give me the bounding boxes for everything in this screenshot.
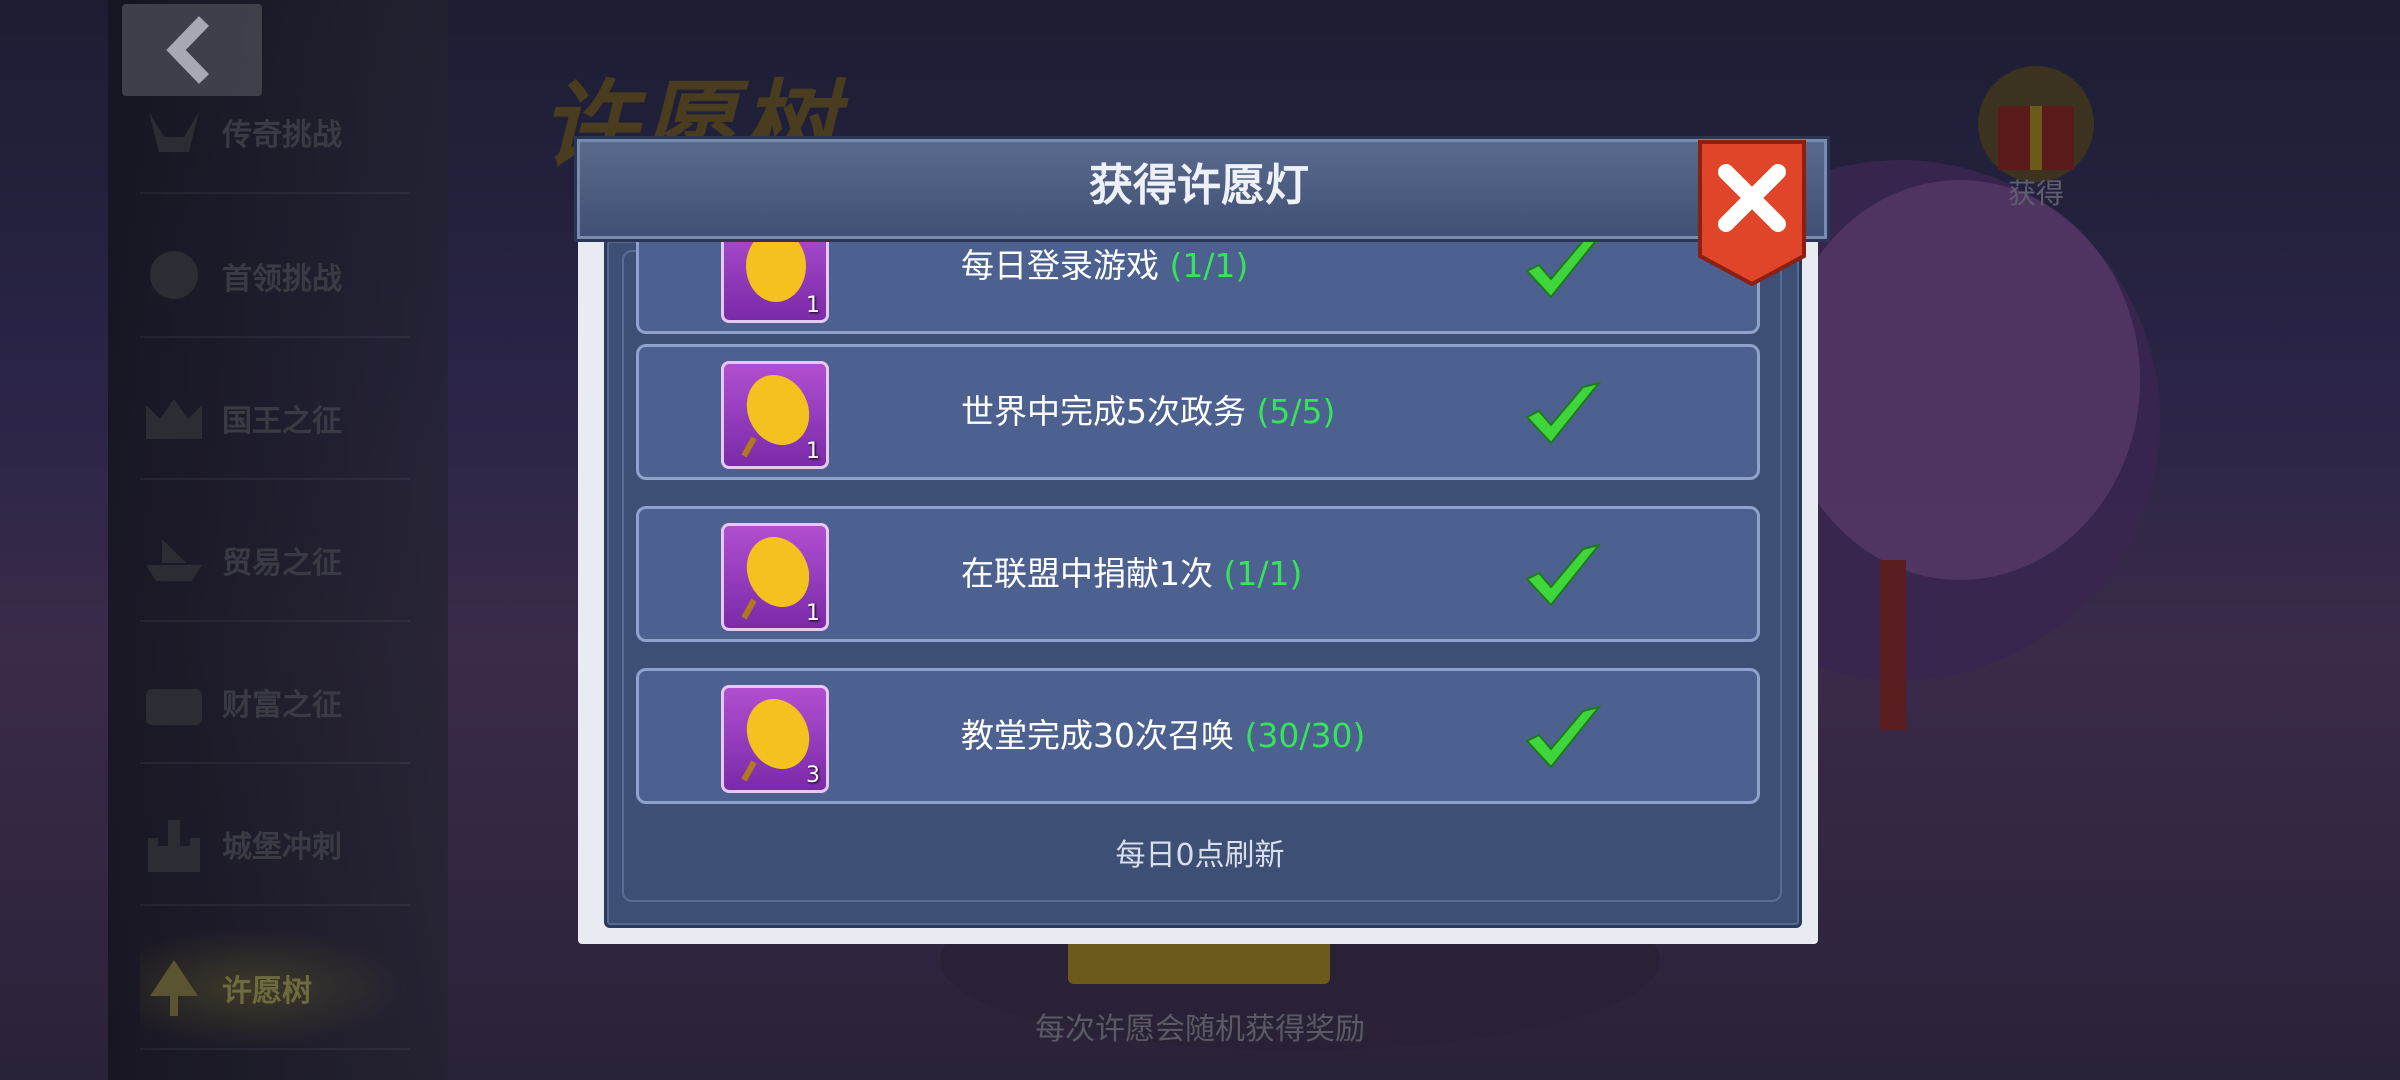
task-name: 在联盟中捐献1次 (1/1) — [961, 554, 1303, 593]
sidebar-item-wish-tree[interactable]: 许愿树 — [140, 928, 410, 1050]
sidebar-item-trade-conquest[interactable]: 贸易之征 — [140, 500, 410, 622]
sidebar-item-label: 国王之征 — [222, 404, 342, 439]
task-row: 3 教堂完成30次召唤 (30/30) — [636, 668, 1760, 804]
horned-skull-icon — [140, 98, 208, 166]
task-name: 每日登录游戏 (1/1) — [961, 246, 1249, 285]
trade-ship-icon — [140, 526, 208, 594]
task-progress: (5/5) — [1256, 392, 1336, 431]
lantern-reward[interactable]: 1 — [721, 523, 829, 631]
check-icon — [1525, 705, 1602, 769]
task-row: 1 世界中完成5次政务 (5/5) — [636, 344, 1760, 480]
sidebar-item-boss-challenge[interactable]: 首领挑战 — [140, 216, 410, 338]
reward-count: 1 — [806, 293, 820, 318]
task-progress: (1/1) — [1169, 246, 1249, 285]
dialog-title: 获得许愿灯 — [1089, 160, 1309, 211]
lantern-reward[interactable]: 1 — [721, 238, 829, 323]
wish-hint: 每次许愿会随机获得奖励 — [1035, 1012, 1365, 1047]
sidebar-item-castle-rush[interactable]: 城堡冲刺 — [140, 784, 410, 906]
gift-box-icon[interactable] — [1976, 64, 2096, 184]
sidebar-item-wealth-conquest[interactable]: 财富之征 — [140, 642, 410, 764]
sidebar-item-label: 贸易之征 — [222, 546, 342, 581]
sidebar-item-label: 传奇挑战 — [222, 118, 342, 153]
task-row: 1 每日登录游戏 (1/1) — [636, 238, 1760, 334]
sidebar-item-label: 首领挑战 — [222, 262, 342, 297]
close-button[interactable] — [1696, 138, 1808, 286]
check-icon — [1525, 238, 1600, 299]
sidebar-item-label: 许愿树 — [222, 974, 312, 1009]
crown-icon — [140, 384, 208, 452]
castle-icon — [140, 810, 208, 878]
check-icon — [1525, 381, 1602, 445]
tree-icon — [140, 954, 208, 1022]
sidebar-item-king-conquest[interactable]: 国王之征 — [140, 358, 410, 480]
reward-count: 3 — [806, 763, 820, 788]
task-list[interactable]: 1 每日登录游戏 (1/1) 1 世界中完成5次政务 (5/5) 1 在联盟中捐… — [622, 238, 1778, 900]
task-name: 教堂完成30次召唤 (30/30) — [961, 716, 1366, 755]
sidebar-item-label: 财富之征 — [222, 688, 342, 723]
task-progress: (1/1) — [1223, 554, 1303, 593]
sidebar-item-label: 城堡冲刺 — [222, 830, 342, 865]
check-icon — [1525, 543, 1602, 607]
treasure-chest-icon — [140, 668, 208, 736]
gift-label: 获得 — [2007, 177, 2064, 210]
sidebar-item-legend-challenge[interactable]: 传奇挑战 — [140, 72, 410, 194]
lantern-reward[interactable]: 3 — [721, 685, 829, 793]
task-progress: (30/30) — [1244, 716, 1366, 755]
reward-count: 1 — [806, 439, 820, 464]
refresh-note: 每日0点刷新 — [1115, 838, 1285, 873]
task-name: 世界中完成5次政务 (5/5) — [961, 392, 1336, 431]
lantern-reward[interactable]: 1 — [721, 361, 829, 469]
task-row: 1 在联盟中捐献1次 (1/1) — [636, 506, 1760, 642]
boss-skull-icon — [140, 242, 208, 310]
reward-count: 1 — [806, 601, 820, 626]
